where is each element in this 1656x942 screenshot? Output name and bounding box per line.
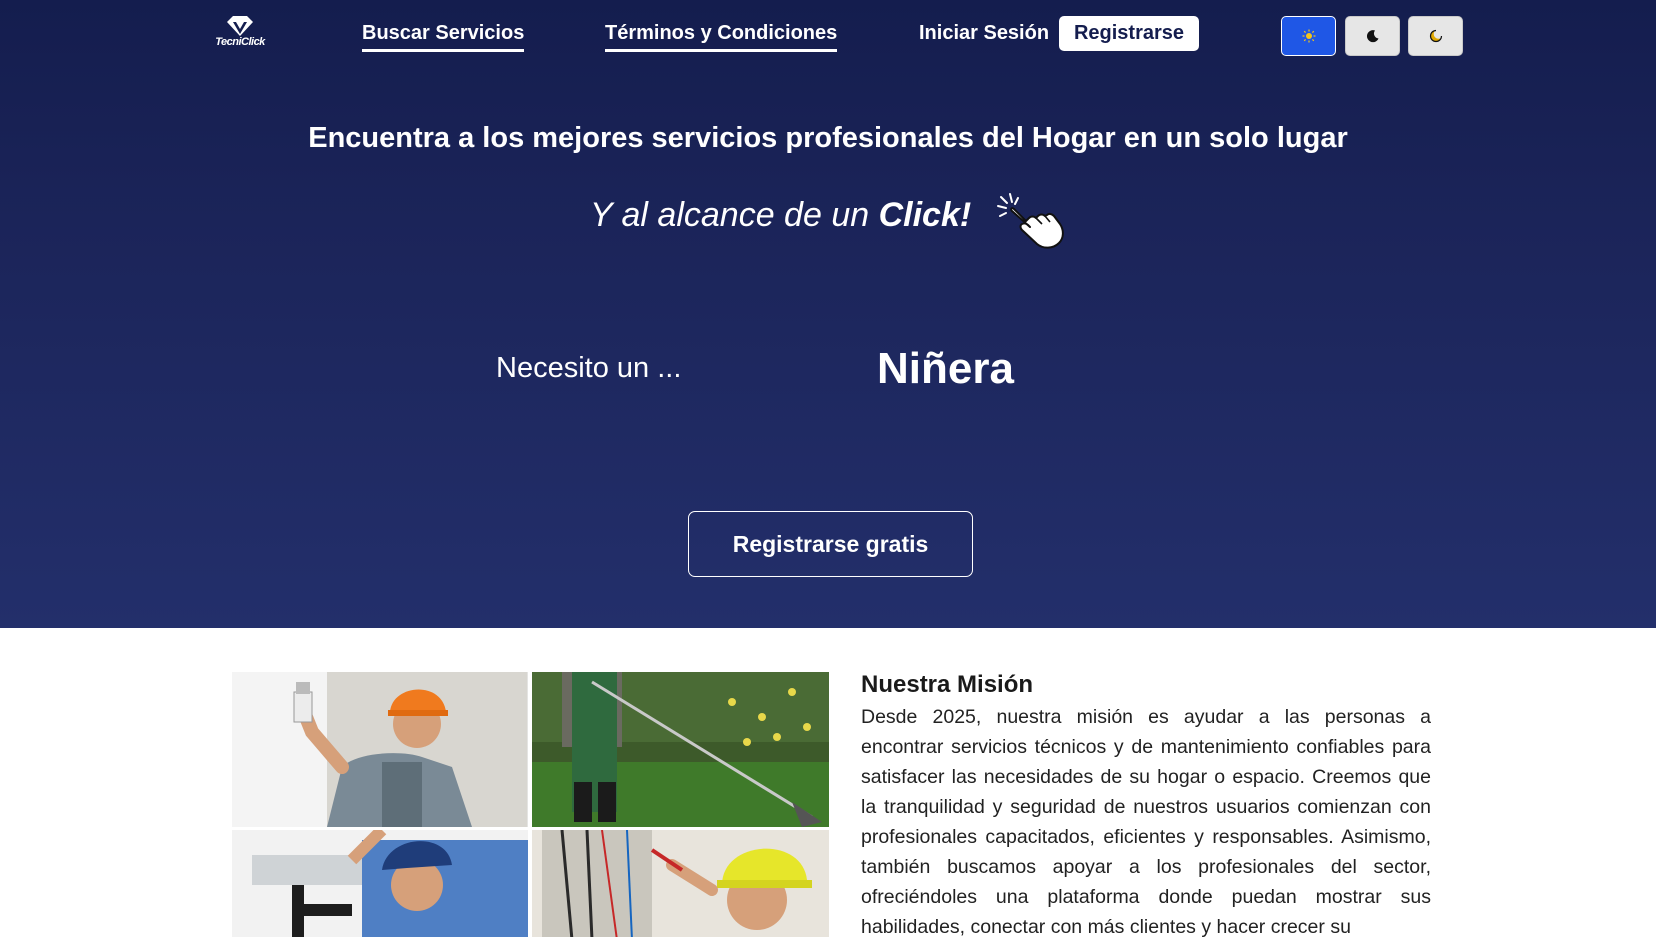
crescent-icon — [1429, 29, 1443, 43]
electrician-photo — [532, 830, 829, 937]
top-navigation: TecniClick Buscar Servicios Términos y C… — [0, 0, 1656, 70]
theme-dim-button[interactable] — [1408, 16, 1463, 56]
moon-icon — [1366, 30, 1378, 43]
tagline-emphasis: Click! — [878, 196, 972, 234]
theme-light-button[interactable] — [1281, 16, 1336, 56]
gardener-photo — [532, 672, 829, 827]
nav-link-iniciar-sesion[interactable]: Iniciar Sesión — [919, 22, 1049, 49]
plumber-photo — [232, 830, 528, 937]
theme-dark-button[interactable] — [1345, 16, 1400, 56]
register-button[interactable]: Registrarse — [1059, 16, 1199, 51]
pointing-hand-icon — [997, 193, 1064, 249]
logo[interactable]: TecniClick — [210, 14, 270, 54]
hero-section: TecniClick Buscar Servicios Términos y C… — [0, 0, 1656, 628]
tagline-prefix: Y al alcance de un — [590, 196, 879, 234]
hero-tagline: Y al alcance de un Click! — [590, 196, 971, 235]
mission-text: Desde 2025, nuestra misión es ayudar a l… — [861, 706, 1431, 938]
logo-text: TecniClick — [215, 36, 265, 48]
nav-link-terminos[interactable]: Términos y Condiciones — [605, 22, 838, 52]
need-label: Necesito un ... — [496, 352, 682, 384]
mission-section: Nuestra Misión Desde 2025, nuestra misió… — [0, 628, 1656, 938]
register-free-button[interactable]: Registrarse gratis — [688, 511, 973, 577]
sun-icon — [1302, 29, 1315, 43]
diamond-logo-icon — [227, 16, 253, 36]
nav-link-buscar-servicios[interactable]: Buscar Servicios — [362, 22, 525, 52]
mission-title: Nuestra Misión — [861, 671, 1034, 698]
hero-headline: Encuentra a los mejores servicios profes… — [308, 122, 1348, 154]
painter-photo — [232, 672, 528, 827]
services-photo-collage — [232, 672, 829, 937]
need-service-rotating-text: Niñera — [877, 344, 1014, 393]
